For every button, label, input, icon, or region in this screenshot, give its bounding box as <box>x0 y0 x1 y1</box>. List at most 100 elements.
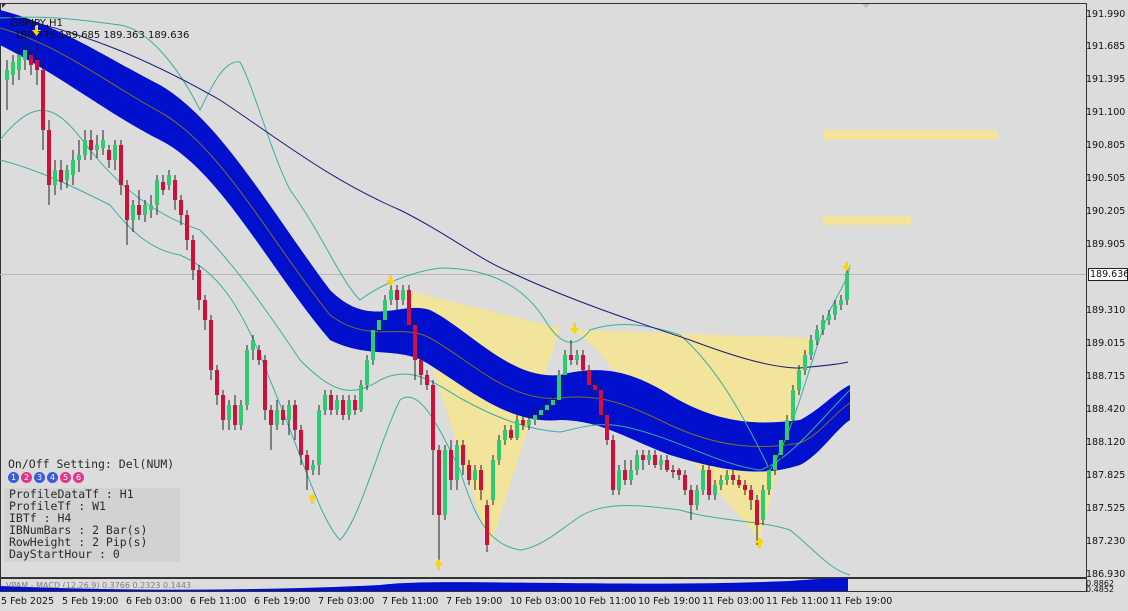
bearish-candle <box>221 395 225 420</box>
bearish-candle <box>191 240 195 270</box>
price-label: 188.715 <box>1086 371 1126 382</box>
price-label: 187.825 <box>1086 470 1126 481</box>
bullish-candle <box>275 410 279 425</box>
profile-badge-5[interactable]: 5 <box>60 472 71 483</box>
bullish-candle <box>629 470 633 480</box>
bearish-candle <box>41 70 45 130</box>
bullish-candle <box>131 205 135 220</box>
bullish-candle <box>719 480 723 485</box>
bearish-candle <box>467 465 471 480</box>
bearish-candle <box>581 355 585 370</box>
bearish-candle <box>173 180 177 200</box>
price-label: 191.990 <box>1086 9 1126 20</box>
bearish-candle <box>743 485 747 490</box>
time-label: 10 Feb 19:00 <box>638 596 701 607</box>
bullish-candle <box>239 405 243 425</box>
profile-badge-1[interactable]: 1 <box>8 472 19 483</box>
bullish-candle <box>647 455 651 460</box>
bearish-candle <box>185 215 189 240</box>
bearish-candle <box>197 270 201 300</box>
time-label: 6 Feb 03:00 <box>126 596 183 607</box>
bearish-candle <box>395 290 399 300</box>
bullish-candle <box>503 430 507 440</box>
profile-badge-2[interactable]: 2 <box>21 472 32 483</box>
bearish-candle <box>257 350 261 360</box>
bearish-candle <box>413 325 417 360</box>
settings-panel: ProfileDataTf : H1 ProfileTf : W1 IBTf :… <box>4 488 180 562</box>
bullish-candle <box>359 385 363 410</box>
bearish-candle <box>263 360 267 410</box>
bullish-candle <box>113 145 117 160</box>
price-label: 189.905 <box>1086 239 1126 250</box>
time-label: 5 Feb 19:00 <box>62 596 119 607</box>
bearish-candle <box>341 400 345 415</box>
bullish-candle <box>845 273 849 300</box>
bearish-candle <box>509 430 513 438</box>
bullish-candle <box>317 410 321 465</box>
bearish-candle <box>161 182 165 190</box>
bearish-candle <box>593 385 597 390</box>
bearish-candle <box>665 460 669 470</box>
chart-header: GBPJPY,H1 189.375 189.685 189.363 189.63… <box>4 6 189 42</box>
time-label: 5 Feb 2025 <box>1 596 55 607</box>
bullish-candle <box>695 490 699 505</box>
bearish-candle <box>107 150 111 160</box>
bearish-candle <box>425 375 429 385</box>
profile-badge-4[interactable]: 4 <box>47 472 58 483</box>
bullish-candle <box>701 470 705 490</box>
bearish-candle <box>707 470 711 495</box>
bullish-candle <box>545 405 549 410</box>
zone-rectangle-lower <box>823 216 911 225</box>
bearish-candle <box>737 480 741 485</box>
bullish-candle <box>497 440 501 460</box>
bearish-candle <box>269 410 273 425</box>
bearish-candle <box>485 505 489 545</box>
price-label: 191.100 <box>1086 107 1126 118</box>
bullish-candle <box>95 145 99 150</box>
bullish-candle <box>443 450 447 515</box>
bullish-candle <box>65 170 69 180</box>
bullish-candle <box>527 420 531 425</box>
bearish-candle <box>731 475 735 480</box>
bullish-candle <box>101 140 105 148</box>
bullish-candle <box>515 420 519 438</box>
bearish-candle <box>209 320 213 370</box>
bullish-candle <box>11 62 15 75</box>
bearish-candle <box>59 170 63 182</box>
profile-badge-6[interactable]: 6 <box>73 472 84 483</box>
bearish-candle <box>479 470 483 490</box>
current-price-tag: 189.636 <box>1088 268 1128 281</box>
bullish-candle <box>533 415 537 420</box>
bullish-candle <box>287 405 291 420</box>
time-label: 11 Feb 19:00 <box>830 596 893 607</box>
time-label: 6 Feb 11:00 <box>190 596 247 607</box>
price-label: 191.685 <box>1086 41 1126 52</box>
bearish-candle <box>233 405 237 425</box>
bullish-candle <box>251 340 255 350</box>
bearish-candle <box>569 355 573 360</box>
bullish-candle <box>563 355 567 375</box>
bullish-candle <box>821 320 825 330</box>
bullish-candle <box>365 360 369 385</box>
bullish-candle <box>227 405 231 420</box>
bearish-candle <box>599 390 603 415</box>
bullish-candle <box>773 455 777 470</box>
bullish-candle <box>149 205 153 210</box>
bullish-candle <box>347 400 351 415</box>
macd-indicator-label: VPAM - MACD (12,26,9) 0.3766 0.2323 0.14… <box>6 581 192 590</box>
bullish-candle <box>797 370 801 390</box>
setting-row: DayStartHour : 0 <box>9 547 120 561</box>
bearish-candle <box>431 385 435 450</box>
symbol-timeframe: GBPJPY,H1 <box>10 18 63 29</box>
time-label: 7 Feb 19:00 <box>446 596 503 607</box>
time-label: 11 Feb 03:00 <box>702 596 765 607</box>
bearish-candle <box>29 55 33 65</box>
bearish-candle <box>305 455 309 470</box>
bullish-candle <box>389 290 393 300</box>
profile-badge-3[interactable]: 3 <box>34 472 45 483</box>
price-label: 189.310 <box>1086 305 1126 316</box>
bullish-candle <box>713 485 717 495</box>
bullish-candle <box>803 355 807 370</box>
bullish-candle <box>551 400 555 405</box>
bullish-candle <box>815 330 819 340</box>
